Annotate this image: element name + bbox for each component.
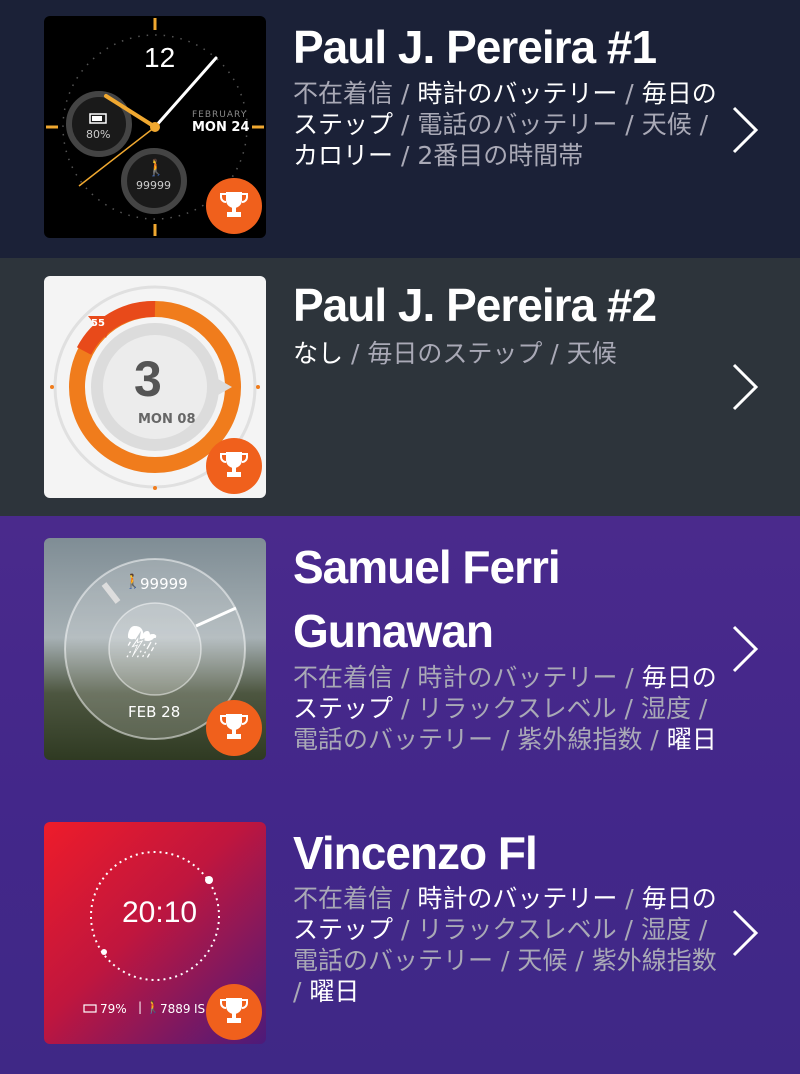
feature-item: 湿度 — [640, 915, 691, 944]
feature-separator: / — [393, 110, 418, 139]
watchface-title: Paul J. Pereira #1 — [293, 21, 657, 73]
watch-date-label: FEB 28 — [128, 703, 181, 721]
watchface-preview-2: 55 3 MON 08 — [44, 276, 266, 498]
chevron-right-icon[interactable] — [730, 362, 760, 412]
feature-list: 不在着信 / 時計のバッテリー / 毎日のステップ / リラックスレベル / 湿… — [293, 662, 723, 755]
feature-separator: / — [616, 915, 641, 944]
feature-separator: / — [343, 339, 368, 368]
watch-hour-label: 3 — [134, 351, 162, 407]
feature-separator: / — [616, 694, 641, 723]
watch-time-label: 20:10 — [122, 896, 198, 929]
feature-list: なし / 毎日のステップ / 天候 — [293, 338, 723, 369]
feature-list: 不在着信 / 時計のバッテリー / 毎日のステップ / 電話のバッテリー / 天… — [293, 78, 723, 171]
watchface-preview-3: ⛈ 🚶 99999 FEB 28 — [44, 538, 266, 760]
feature-separator: / — [690, 694, 708, 723]
watch-month-label: FEBRUARY — [192, 110, 248, 120]
trophy-icon — [206, 178, 262, 234]
feature-separator: / — [393, 884, 418, 913]
feature-item: 不在着信 — [293, 79, 394, 108]
watchface-row-2[interactable]: 55 3 MON 08 Paul J. Pereira #2 なし / 毎日のス… — [0, 258, 800, 516]
feature-item: 不在着信 — [293, 663, 394, 692]
feature-separator: / — [691, 110, 709, 139]
chevron-right-icon[interactable] — [730, 624, 760, 674]
trophy-icon — [206, 700, 262, 756]
feature-item: 不在着信 — [293, 884, 394, 913]
watchface-title-line-2: Gunawan — [293, 605, 494, 657]
battery-icon — [84, 1005, 96, 1012]
feature-list: 不在着信 / 時計のバッテリー / 毎日のステップ / リラックスレベル / 湿… — [293, 883, 723, 1007]
walk-icon: | 🚶 — [138, 1000, 161, 1014]
watchface-title: Paul J. Pereira #2 — [293, 279, 657, 331]
purple-section: ⛈ 🚶 99999 FEB 28 Samuel Ferri Gunawan 不在… — [0, 516, 800, 1074]
watch-date-label: MON 24 — [192, 120, 250, 135]
watch-steps-label: 99999 — [140, 575, 188, 593]
feature-item: 天候 — [641, 110, 692, 139]
feature-separator: / — [642, 725, 667, 754]
weather-icon: ⛈ — [126, 620, 158, 666]
feature-separator: / — [393, 141, 418, 170]
feature-separator: / — [393, 663, 418, 692]
watch-badge-label: 55 — [91, 318, 105, 329]
feature-separator: / — [617, 663, 642, 692]
feature-item: 曜日 — [309, 977, 360, 1006]
feature-separator: / — [493, 946, 518, 975]
feature-item: なし — [293, 339, 344, 368]
chevron-right-icon[interactable] — [730, 105, 760, 155]
watchface-preview-4: 20:10 79% | 🚶 7889 IS — [44, 822, 266, 1044]
feature-item: 時計のバッテリー — [417, 663, 618, 692]
feature-item: リラックスレベル — [417, 915, 617, 944]
walk-icon: 🚶 — [124, 574, 142, 590]
watchface-title: Vincenzo Fl — [293, 827, 538, 879]
feature-item: 湿度 — [640, 694, 691, 723]
feature-separator: / — [617, 110, 642, 139]
feature-item: リラックスレベル — [417, 694, 617, 723]
feature-item: 紫外線指数 — [517, 725, 643, 754]
feature-item: 電話のバッテリー — [293, 725, 494, 754]
feature-item: 2番目の時間帯 — [417, 141, 584, 170]
feature-separator: / — [293, 977, 310, 1006]
watchface-row-3[interactable]: ⛈ 🚶 99999 FEB 28 Samuel Ferri Gunawan 不在… — [0, 516, 800, 806]
chevron-right-icon[interactable] — [730, 908, 760, 958]
feature-item: カロリー — [293, 141, 394, 170]
feature-item: 電話のバッテリー — [417, 110, 618, 139]
watch-battery-label: 79% — [100, 1002, 127, 1016]
trophy-icon — [206, 984, 262, 1040]
trophy-icon — [206, 438, 262, 494]
feature-item: 天候 — [566, 339, 617, 368]
watch-battery-label: 80% — [86, 128, 111, 141]
feature-item: 毎日のステップ — [367, 339, 543, 368]
feature-separator: / — [617, 79, 642, 108]
feature-item: 曜日 — [666, 725, 717, 754]
feature-separator: / — [617, 884, 642, 913]
watch-extra-label: IS — [194, 1002, 206, 1016]
feature-item: 天候 — [517, 946, 568, 975]
feature-item: 時計のバッテリー — [417, 79, 618, 108]
watchface-row-4[interactable]: 20:10 79% | 🚶 7889 IS Vincenzo Fl 不在着信 /… — [0, 806, 800, 1074]
watch-hour-label: 12 — [144, 42, 176, 73]
watchface-title-line-1: Samuel Ferri — [293, 541, 561, 593]
watchface-row-1[interactable]: 12 FEBRUARY MON 24 80% 🚶 99999 Paul J. P… — [0, 0, 800, 258]
watch-steps-label: 99999 — [136, 179, 171, 192]
walk-icon: 🚶 — [146, 158, 166, 177]
feature-separator: / — [690, 915, 708, 944]
watchface-preview-1: 12 FEBRUARY MON 24 80% 🚶 99999 — [44, 16, 266, 238]
feature-separator: / — [493, 725, 518, 754]
feature-separator: / — [567, 946, 592, 975]
watch-date-label: MON 08 — [138, 412, 196, 427]
feature-separator: / — [542, 339, 567, 368]
watch-steps-label: 7889 — [160, 1002, 191, 1016]
feature-item: 紫外線指数 — [591, 946, 717, 975]
feature-separator: / — [393, 915, 418, 944]
feature-item: 電話のバッテリー — [293, 946, 494, 975]
feature-separator: / — [393, 79, 418, 108]
feature-separator: / — [393, 694, 418, 723]
feature-item: 時計のバッテリー — [417, 884, 618, 913]
